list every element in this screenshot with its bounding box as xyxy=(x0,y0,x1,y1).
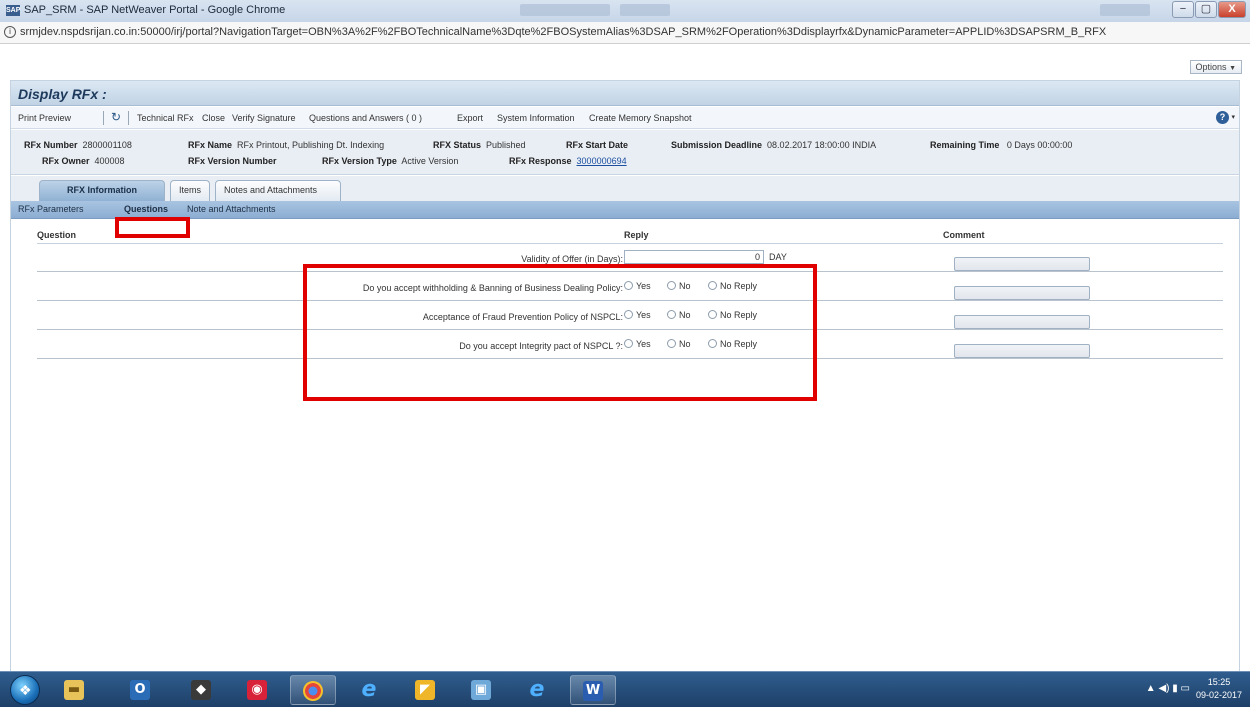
rfx-header-info: RFx Number 2800001108 RFx Owner 400008 R… xyxy=(11,130,1239,175)
url-text[interactable]: srmjdev.nspdsrijan.co.in:50000/irj/porta… xyxy=(20,26,1246,38)
page-title: Display RFx : xyxy=(18,86,107,102)
windows-taskbar: ❖ ▬ O ◆ ◉ e ◤ ▣ e W ▲ ◀) ▮ ▭ 15:25 09-02… xyxy=(0,671,1250,707)
rfx-status-label: RFX Status xyxy=(433,140,482,150)
address-bar[interactable]: i srmjdev.nspdsrijan.co.in:50000/irj/por… xyxy=(0,22,1250,44)
comment-input[interactable] xyxy=(954,286,1090,300)
create-memory-snapshot-button[interactable]: Create Memory Snapshot xyxy=(589,113,692,123)
rfx-owner-value: 400008 xyxy=(94,156,125,166)
rfx-owner-label: RFx Owner xyxy=(42,156,90,166)
tab-strip: RFX Information Items Notes and Attachme… xyxy=(11,176,1239,202)
comment-input[interactable] xyxy=(954,344,1090,358)
rfx-response-label: RFx Response xyxy=(509,156,572,166)
rfx-owner-field: RFx Owner 400008 xyxy=(42,156,125,166)
column-header-question: Question xyxy=(37,230,77,240)
column-header-comment: Comment xyxy=(943,230,985,240)
folder-icon[interactable]: ▬ xyxy=(51,675,97,705)
question-text: Validity of Offer (in Days): xyxy=(521,254,623,264)
rfx-version-number-field: RFx Version Number xyxy=(188,156,277,166)
tab-notes-and-attachments[interactable]: Notes and Attachments xyxy=(215,180,341,201)
rfx-name-field: RFx Name RFx Printout, Publishing Dt. In… xyxy=(188,140,384,150)
page-header: Display RFx : xyxy=(11,81,1239,106)
rfx-name-label: RFx Name xyxy=(188,140,233,150)
print-preview-button[interactable]: Print Preview xyxy=(18,113,71,123)
info-icon[interactable]: i xyxy=(4,26,16,38)
remaining-time-field: Remaining Time 0 Days 00:00:00 xyxy=(930,140,1072,150)
rfx-version-type-value: Active Version xyxy=(401,156,459,166)
app-icon[interactable]: ◉ xyxy=(234,675,280,705)
clock-date: 09-02-2017 xyxy=(1195,690,1243,700)
sap-app-icon: SAP xyxy=(6,5,21,16)
app-icon[interactable]: ◆ xyxy=(178,675,224,705)
rfx-response-field: RFx Response 3000000694 xyxy=(509,156,627,166)
chrome-icon[interactable] xyxy=(290,675,336,705)
blurred-tab xyxy=(620,4,670,16)
word-icon[interactable]: W xyxy=(570,675,616,705)
rfx-frame: Display RFx : Print Preview ↻ Technical … xyxy=(10,80,1240,674)
window-title: SAP_SRM - SAP NetWeaver Portal - Google … xyxy=(24,4,286,16)
questions-table-header: Question Reply Comment xyxy=(37,228,1223,244)
ie-icon[interactable]: e xyxy=(346,675,392,705)
maximize-button[interactable]: ▢ xyxy=(1195,1,1217,18)
questions-answers-button[interactable]: Questions and Answers ( 0 ) xyxy=(309,113,422,123)
rfx-status-field: RFX Status Published xyxy=(433,140,526,150)
system-tray[interactable]: ▲ ◀) ▮ ▭ xyxy=(1146,683,1190,694)
subtab-rfx-parameters[interactable]: RFx Parameters xyxy=(18,204,84,214)
rfx-name-value: RFx Printout, Publishing Dt. Indexing xyxy=(237,140,385,150)
app-icon[interactable]: ▣ xyxy=(458,675,504,705)
blurred-tab xyxy=(520,4,610,16)
subtab-bar: RFx Parameters Questions Note and Attach… xyxy=(11,201,1239,219)
clock[interactable]: 15:25 09-02-2017 xyxy=(1192,676,1246,702)
technical-rfx-button[interactable]: Technical RFx xyxy=(137,113,194,123)
chevron-down-icon[interactable]: ▾ xyxy=(1231,113,1235,121)
windows-logo-icon: ❖ xyxy=(19,682,32,698)
app-icon[interactable]: ◤ xyxy=(402,675,448,705)
subtab-questions[interactable]: Questions xyxy=(124,204,168,214)
rfx-version-number-label: RFx Version Number xyxy=(188,156,277,166)
tab-items[interactable]: Items xyxy=(170,180,210,201)
highlight-box-questions xyxy=(303,264,817,401)
rfx-start-date-label: RFx Start Date xyxy=(566,140,629,150)
tab-rfx-information[interactable]: RFX Information xyxy=(39,180,165,202)
rfx-response-link[interactable]: 3000000694 xyxy=(577,156,627,166)
portal-content: Options ▼ Display RFx : Print Preview ↻ … xyxy=(0,45,1250,674)
column-header-reply: Reply xyxy=(624,230,649,240)
blurred-tab xyxy=(1100,4,1150,16)
remaining-time-value: 0 Days 00:00:00 xyxy=(1006,140,1073,150)
close-button[interactable]: X xyxy=(1218,1,1246,18)
browser-title-bar: SAP SAP_SRM - SAP NetWeaver Portal - Goo… xyxy=(0,0,1250,22)
submission-deadline-field: Submission Deadline 08.02.2017 18:00:00 … xyxy=(671,140,876,150)
export-button[interactable]: Export xyxy=(457,113,483,123)
subtab-note-and-attachments[interactable]: Note and Attachments xyxy=(187,204,276,214)
validity-days-input[interactable]: 0 xyxy=(624,250,764,264)
toolbar-separator xyxy=(128,111,129,125)
options-label: Options xyxy=(1195,62,1227,72)
clock-time: 15:25 xyxy=(1207,677,1231,687)
comment-input[interactable] xyxy=(954,315,1090,329)
rfx-version-type-label: RFx Version Type xyxy=(322,156,397,166)
chevron-down-icon: ▼ xyxy=(1229,65,1236,72)
rfx-status-value: Published xyxy=(486,140,526,150)
minimize-button[interactable]: − xyxy=(1172,1,1194,18)
ie-icon[interactable]: e xyxy=(514,675,560,705)
options-button[interactable]: Options ▼ xyxy=(1189,60,1242,74)
help-icon[interactable]: ? xyxy=(1216,111,1229,124)
outlook-icon[interactable]: O xyxy=(117,675,163,705)
toolbar-separator xyxy=(103,111,104,125)
verify-signature-button[interactable]: Verify Signature xyxy=(232,113,296,123)
refresh-icon[interactable]: ↻ xyxy=(111,110,121,124)
toolbar: Print Preview ↻ Technical RFx Close Veri… xyxy=(11,107,1239,129)
rfx-number-label: RFx Number xyxy=(24,140,78,150)
system-information-button[interactable]: System Information xyxy=(497,113,575,123)
remaining-time-label: Remaining Time xyxy=(930,140,1000,150)
rfx-version-type-field: RFx Version Type Active Version xyxy=(322,156,458,166)
start-button[interactable]: ❖ xyxy=(10,675,40,705)
rfx-start-date-field: RFx Start Date xyxy=(566,140,628,150)
comment-input[interactable] xyxy=(954,257,1090,271)
submission-deadline-label: Submission Deadline xyxy=(671,140,763,150)
submission-deadline-value: 08.02.2017 18:00:00 INDIA xyxy=(767,140,877,150)
unit-label: DAY xyxy=(769,252,787,262)
rfx-number-value: 2800001108 xyxy=(82,140,132,150)
rfx-number-field: RFx Number 2800001108 xyxy=(24,140,132,150)
close-rfx-button[interactable]: Close xyxy=(202,113,225,123)
